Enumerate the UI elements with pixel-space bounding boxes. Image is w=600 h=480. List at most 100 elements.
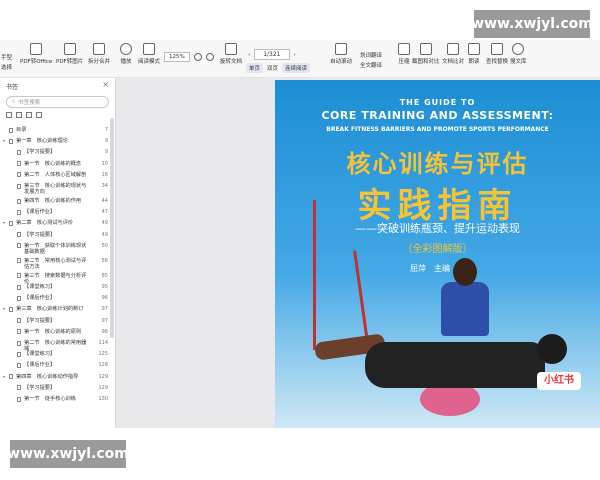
toc-item[interactable]: 【学习提要】 129: [0, 385, 110, 392]
zoom-out-icon[interactable]: [205, 53, 214, 61]
expand-arrow-icon[interactable]: ▾: [3, 220, 5, 226]
double-page-tab[interactable]: 双页: [267, 64, 278, 72]
toc-item[interactable]: 第二节 核心训练的常用器械 114: [0, 340, 110, 352]
compare-icon: [447, 43, 459, 55]
toc-item[interactable]: ▾ 第四章 核心训练动作指导 129: [0, 374, 110, 381]
toc-item-label: 第一节 核心训练的概念: [24, 160, 82, 167]
toc-item[interactable]: 【课后作业】 96: [0, 295, 110, 302]
collapse-all-icon[interactable]: [36, 112, 42, 118]
bookmark-icon: [17, 172, 21, 178]
book-cover-page: THE GUIDE TO CORE TRAINING AND ASSESSMEN…: [275, 80, 600, 428]
toc-item-page: 7: [104, 127, 108, 133]
word-translate-button[interactable]: 划词翻译: [360, 51, 382, 59]
sidebar-scrollbar[interactable]: [110, 118, 114, 338]
toc-item[interactable]: 第一节 核心训练的概念 10: [0, 161, 110, 168]
toc-item-page: 129: [98, 373, 108, 380]
bookmark-icon: [17, 396, 21, 402]
sidebar-title: 书签: [6, 84, 19, 91]
close-icon[interactable]: ×: [102, 80, 109, 89]
toc-item-page: 96: [101, 295, 108, 302]
toc-item[interactable]: 第一节 获取个体训练现状基础数据 50: [0, 243, 110, 256]
continuous-tab[interactable]: 连续阅读: [282, 63, 311, 73]
single-page-tab[interactable]: 单页: [246, 63, 264, 73]
next-page-icon[interactable]: ›: [294, 52, 296, 58]
toc-item-label: 第二节 人体核心区域解剖: [24, 171, 87, 178]
toc-item[interactable]: ▾ 第三章 核心训练计划的制订 97: [0, 306, 110, 313]
find-replace-button[interactable]: 查找替换: [486, 43, 508, 65]
toc-item[interactable]: 第四节 核心训练的作用 44: [0, 198, 110, 205]
bookmark-icon: [17, 161, 21, 167]
read-mode-button[interactable]: 阅读模式: [138, 43, 160, 65]
toc-item[interactable]: 【学习提要】 49: [0, 232, 110, 239]
bookmark-icon: [17, 209, 21, 215]
add-bookmark-icon[interactable]: [6, 112, 12, 118]
expand-arrow-icon[interactable]: ▾: [3, 306, 5, 312]
toc-item-page: 126: [98, 362, 108, 369]
rotate-document-button[interactable]: 旋转文档: [220, 43, 242, 65]
toc-item-label: 【学习提要】: [24, 149, 56, 156]
toc-item-label: 第一节 徒手核心训练: [24, 396, 76, 402]
bookmark-icon: [9, 374, 13, 380]
toc-item-label: 第四节 核心训练的作用: [24, 198, 82, 204]
toc-item[interactable]: 【学习提要】 9: [0, 149, 110, 156]
toc-item-page: 130: [98, 396, 108, 402]
read-aloud-button[interactable]: 朗读: [468, 43, 480, 65]
expand-arrow-icon[interactable]: ▾: [3, 138, 5, 144]
zoom-in-icon[interactable]: [193, 53, 202, 61]
left-tool-labels: 手型 选择: [1, 53, 12, 71]
auto-scroll-icon: [335, 43, 347, 55]
toc-item[interactable]: 【课后作业】 47: [0, 209, 110, 216]
toc-item-page: 97: [101, 317, 108, 324]
toc-item[interactable]: 第二节 常用核心测试与评估方法 56: [0, 258, 110, 271]
select-tool[interactable]: 选择: [1, 63, 12, 71]
toc-item-label: 目录: [16, 127, 27, 133]
toc-item[interactable]: 【课堂练习】 95: [0, 284, 110, 291]
delete-bookmark-icon[interactable]: [16, 112, 22, 118]
toc-item[interactable]: 第三节 搜索数据与分析评价 85: [0, 272, 110, 285]
play-button[interactable]: 播放: [120, 43, 132, 65]
toc-item[interactable]: 第一节 核心训练的原则 98: [0, 329, 110, 336]
pdf-to-image-button[interactable]: PDF转图片: [56, 43, 83, 65]
toc-item-page: 9: [104, 138, 108, 145]
expand-arrow-icon[interactable]: ▾: [3, 374, 5, 380]
toc-item[interactable]: ▾ 第二章 核心测试与评价 49: [0, 220, 110, 227]
bookmark-icon: [9, 127, 13, 133]
screenshot-compare-button[interactable]: 截图和对比: [412, 43, 440, 65]
coach-figure: [441, 282, 489, 336]
pdf-to-office-button[interactable]: PDF转Office: [20, 43, 52, 65]
compress-button[interactable]: 压缩: [398, 43, 410, 65]
bookmark-icon: [17, 362, 21, 368]
toc-item[interactable]: 【课后作业】 126: [0, 362, 110, 369]
toc-item[interactable]: 第一节 徒手核心训练 130: [0, 396, 110, 403]
page-navigation: ‹ 1/321 ›: [248, 49, 296, 60]
toc-item-label: 【课后作业】: [24, 362, 56, 369]
toc-item[interactable]: 目录 7: [0, 127, 110, 134]
xiaohongshu-logo: 小红书: [537, 372, 581, 390]
toc-item[interactable]: 【课堂练习】 125: [0, 351, 110, 358]
toc-item[interactable]: 第三节 核心训练的现状与发展方向 34: [0, 183, 110, 196]
bookmark-search-input[interactable]: ⌕ 书签搜索: [6, 96, 109, 108]
hand-tool[interactable]: 手型: [1, 53, 12, 61]
toc-item[interactable]: ▾ 第一章 核心训练理论 9: [0, 138, 110, 145]
full-translate-button[interactable]: 全文翻译: [360, 61, 382, 69]
zoom-select[interactable]: 125%: [164, 52, 190, 62]
toc-item[interactable]: 【学习提要】 97: [0, 318, 110, 325]
toc-item-page: 85: [101, 272, 108, 279]
auto-scroll-button[interactable]: 自动滚动: [330, 43, 352, 65]
book-icon: [143, 43, 155, 55]
bookmark-icon: [17, 340, 21, 346]
split-merge-button[interactable]: 拆分合并: [88, 43, 110, 65]
toc-item-label: 第一节 核心训练的原则: [24, 328, 82, 335]
page-input[interactable]: 1/321: [254, 49, 290, 60]
toc-item-page: 9: [104, 149, 108, 156]
toc-item-page: 125: [98, 351, 108, 358]
document-compare-button[interactable]: 文档比对: [442, 43, 464, 65]
cover-author: 屈萍 主编: [410, 264, 450, 273]
expand-all-icon[interactable]: [26, 112, 32, 118]
bookmark-icon: [17, 284, 21, 290]
cover-cn-title1: 核心训练与评估: [346, 150, 529, 178]
search-library-button[interactable]: 搜文库: [510, 43, 527, 65]
prev-page-icon[interactable]: ‹: [248, 52, 250, 58]
toc-item-label: 第三章 核心训练计划的制订: [16, 306, 84, 313]
toc-item[interactable]: 第二节 人体核心区域解剖 16: [0, 172, 110, 179]
